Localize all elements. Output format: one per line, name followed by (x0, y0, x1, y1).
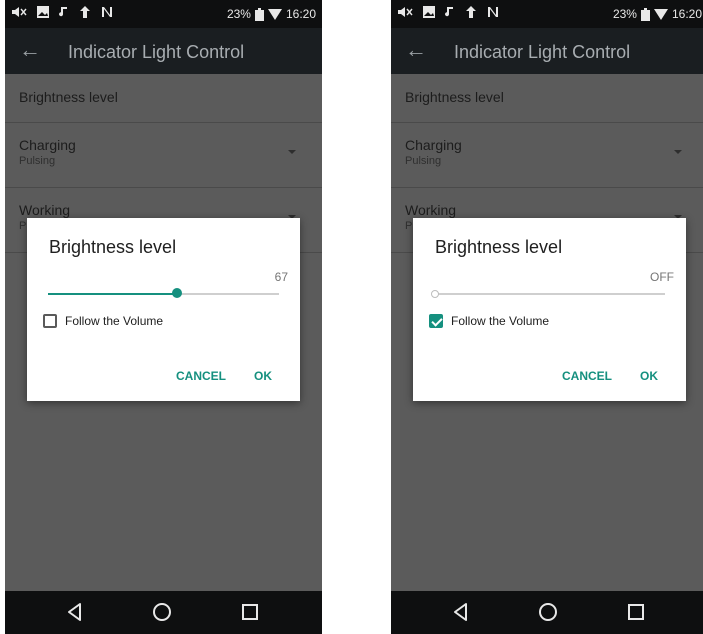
nav-recents-icon[interactable] (624, 600, 648, 624)
list-item-summary: Pulsing (19, 155, 56, 167)
mute-icon (12, 7, 27, 17)
list-item-title: Working (405, 202, 457, 218)
status-right: 23% 16:20 (613, 7, 702, 21)
slider-thumb[interactable] (431, 290, 439, 298)
nfc-icon (488, 7, 498, 17)
ok-button[interactable]: OK (640, 369, 658, 383)
follow-volume-checkbox[interactable] (43, 314, 57, 328)
image-icon (423, 6, 435, 18)
list-item-summary: P (19, 220, 27, 232)
dialog-title: Brightness level (435, 237, 563, 257)
status-icons (397, 6, 499, 18)
music-icon (445, 7, 453, 17)
phone-screen-right: 23% 16:20 ← Indicator Light Control Brig… (391, 0, 703, 634)
battery-icon (640, 7, 650, 21)
list-item-title: Working (19, 202, 71, 218)
mute-icon (398, 7, 413, 17)
upload-icon (466, 6, 476, 18)
app-bar: ← Indicator Light Control (391, 28, 703, 74)
checkmark-icon (431, 315, 443, 327)
brightness-slider[interactable] (431, 290, 665, 298)
brightness-dialog: Brightness level 67 Follow the Volume CA… (27, 218, 300, 401)
status-right: 23% 16:20 (227, 7, 316, 21)
list-item-brightness[interactable]: Brightness level (391, 74, 703, 123)
app-bar: ← Indicator Light Control (5, 28, 322, 74)
battery-percent: 23% (612, 7, 637, 21)
status-bar: 23% 16:20 (391, 0, 703, 28)
list-item-title: Charging (19, 137, 76, 153)
page-title: Indicator Light Control (68, 42, 245, 62)
nav-back-icon[interactable] (63, 600, 87, 624)
dropdown-arrow-icon (674, 150, 682, 154)
slider-thumb[interactable] (172, 288, 183, 298)
list-item-title: Brightness level (19, 89, 118, 105)
list-item-summary: Pulsing (405, 155, 442, 167)
battery-percent: 23% (226, 7, 251, 21)
navigation-bar (391, 591, 703, 634)
cancel-button[interactable]: CANCEL (176, 369, 226, 383)
slider-value-label: 67 (274, 270, 288, 284)
page-title: Indicator Light Control (454, 42, 631, 62)
list-item-title: Brightness level (405, 89, 504, 105)
list-item-charging[interactable]: Charging Pulsing (5, 123, 322, 188)
wifi-icon (653, 8, 668, 20)
cancel-button[interactable]: CANCEL (562, 369, 612, 383)
nav-home-icon[interactable] (536, 600, 560, 624)
clock: 16:20 (285, 7, 316, 21)
upload-icon (80, 6, 90, 18)
follow-volume-checkbox[interactable] (429, 314, 443, 328)
list-item-charging[interactable]: Charging Pulsing (391, 123, 703, 188)
back-arrow-icon[interactable]: ← (405, 37, 427, 63)
follow-volume-label: Follow the Volume (451, 314, 550, 328)
back-arrow-icon[interactable]: ← (19, 37, 41, 63)
follow-volume-row[interactable]: Follow the Volume (429, 314, 549, 328)
nav-home-icon[interactable] (150, 600, 174, 624)
nav-recents-icon[interactable] (238, 600, 262, 624)
dialog-title: Brightness level (49, 237, 177, 257)
status-bar: 23% 16:20 (5, 0, 322, 28)
list-item-summary: P (405, 220, 413, 232)
wifi-icon (267, 8, 282, 20)
list-item-brightness[interactable]: Brightness level (5, 74, 322, 123)
ok-button[interactable]: OK (254, 369, 272, 383)
image-icon (37, 6, 49, 18)
music-icon (59, 7, 67, 17)
battery-icon (254, 7, 264, 21)
list-item-title: Charging (405, 137, 462, 153)
clock: 16:20 (671, 7, 702, 21)
dropdown-arrow-icon (288, 150, 296, 154)
slider-value-label: OFF (650, 270, 674, 284)
nfc-icon (102, 7, 112, 17)
follow-volume-row[interactable]: Follow the Volume (43, 314, 163, 328)
follow-volume-label: Follow the Volume (65, 314, 164, 328)
slider-fill (48, 293, 178, 295)
brightness-dialog: Brightness level OFF Follow the Volume C… (413, 218, 686, 401)
phone-screen-left: 23% 16:20 ← Indicator Light Control Brig… (5, 0, 322, 634)
status-icons (11, 6, 113, 18)
brightness-slider[interactable] (48, 288, 279, 298)
navigation-bar (5, 591, 322, 634)
nav-back-icon[interactable] (449, 600, 473, 624)
